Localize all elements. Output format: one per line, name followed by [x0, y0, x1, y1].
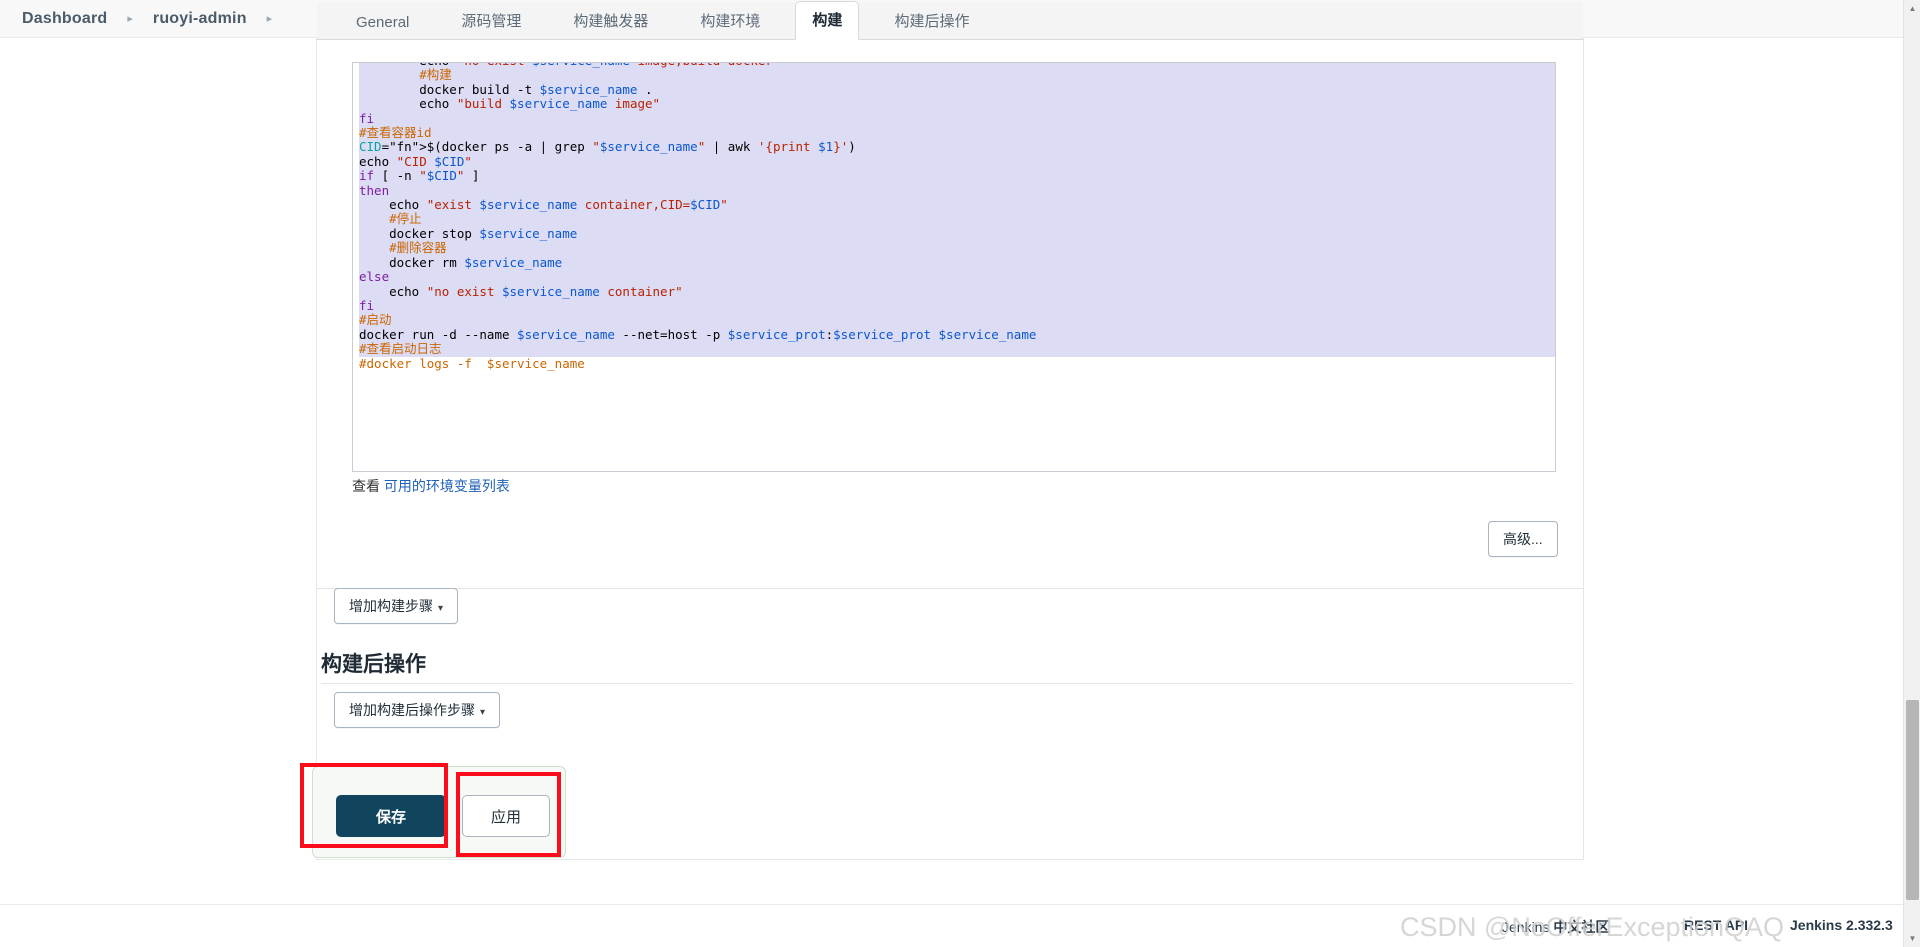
code-line: #查看启动日志 [359, 341, 1555, 357]
post-build-section-rule [321, 683, 1573, 684]
chevron-down-icon: ▾ [480, 707, 486, 718]
add-post-build-step-label: 增加构建后操作步骤 [349, 702, 475, 718]
breadcrumb-separator-icon: ▸ [127, 13, 133, 25]
code-line: docker stop $service_name [359, 226, 1555, 242]
env-hint-prefix: 查看 [352, 478, 384, 494]
add-post-build-step-button[interactable]: 增加构建后操作步骤 ▾ [334, 692, 501, 728]
tab-general[interactable]: General [339, 6, 426, 40]
code-line: fi [359, 298, 1555, 314]
advanced-button[interactable]: 高级... [1488, 521, 1558, 557]
code-line: echo "exist $service_name container,CID=… [359, 197, 1555, 213]
tab-build-triggers[interactable]: 构建触发器 [556, 2, 665, 40]
tab-post-build-actions[interactable]: 构建后操作 [877, 2, 986, 40]
code-line: echo "no exist $service_name container" [359, 284, 1555, 299]
build-section-divider [317, 588, 1583, 589]
tab-build-environment[interactable]: 构建环境 [683, 2, 777, 40]
breadcrumb-dropdown-icon[interactable]: ▸ [251, 12, 289, 25]
tab-source-code-management[interactable]: 源码管理 [444, 2, 538, 40]
code-line: if [ -n "$CID" ] [359, 168, 1555, 184]
code-line: fi [359, 111, 1555, 127]
code-line: then [359, 183, 1555, 199]
page-scrollbar[interactable]: ▲ ▼ [1903, 0, 1920, 947]
add-build-step-label: 增加构建步骤 [349, 598, 433, 614]
shell-script-code[interactable]: echo "no exist $service_name image,build… [359, 63, 1555, 371]
code-line: CID="fn">$(docker ps -a | grep "$service… [359, 140, 1555, 155]
code-line: else [359, 269, 1555, 285]
scrollbar-up-arrow-icon[interactable]: ▲ [1904, 0, 1920, 17]
csdn-watermark: CSDN @NoOfferExceptionQAQ [1400, 912, 1785, 942]
config-tab-bar: General 源码管理 构建触发器 构建环境 构建 构建后操作 [317, 1, 1583, 40]
scrollbar-down-arrow-icon[interactable]: ▼ [1904, 930, 1920, 947]
tab-build[interactable]: 构建 [795, 1, 860, 40]
shell-script-editor[interactable]: echo "no exist $service_name image,build… [352, 62, 1556, 472]
code-line: docker rm $service_name [359, 255, 1555, 271]
code-line: #docker logs -f $service_name [359, 355, 585, 371]
scrollbar-thumb[interactable] [1906, 700, 1919, 900]
footer-version-label: Jenkins 2.332.3 [1790, 917, 1893, 933]
chevron-down-icon: ▾ [438, 603, 444, 614]
code-line: #删除容器 [359, 241, 1555, 256]
breadcrumb-item-project[interactable]: ruoyi-admin [149, 8, 251, 30]
code-line: #查看容器id [359, 125, 1555, 141]
add-build-step-button[interactable]: 增加构建步骤 ▾ [334, 588, 459, 624]
save-button[interactable]: 保存 [336, 795, 446, 837]
code-line: echo "build $service_name image" [359, 96, 1555, 112]
code-line: docker build -t $service_name . [359, 82, 1555, 98]
code-line: #停止 [359, 212, 1555, 227]
available-env-variables-link[interactable]: 可用的环境变量列表 [384, 478, 510, 494]
env-variables-hint: 查看 可用的环境变量列表 [352, 476, 510, 496]
code-line: echo "CID $CID" [359, 154, 1555, 170]
apply-button[interactable]: 应用 [462, 795, 550, 837]
code-line: docker run -d --name $service_name --net… [359, 327, 1555, 343]
breadcrumb-item-dashboard[interactable]: Dashboard [18, 8, 111, 30]
code-line: #构建 [359, 68, 1555, 83]
code-line: #启动 [359, 313, 1555, 328]
post-build-section-title: 构建后操作 [321, 653, 426, 676]
